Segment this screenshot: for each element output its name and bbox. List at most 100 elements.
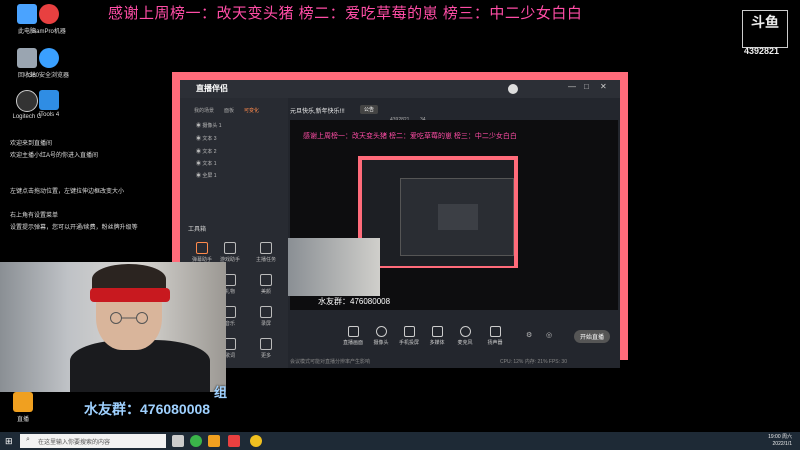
speaker-icon xyxy=(489,326,501,337)
title-bar[interactable] xyxy=(180,80,620,98)
source-label: 文本 3 xyxy=(202,136,217,142)
glasses xyxy=(110,312,148,324)
logo-text: 斗鱼 xyxy=(751,14,779,30)
clock-time: 19:00 周六 xyxy=(768,434,792,440)
source-label: 文本 2 xyxy=(202,149,217,155)
live-icon xyxy=(13,392,33,412)
tool-label: 美颜 xyxy=(260,289,271,295)
taskbar-clock: 19:00 周六 2022/1/1 xyxy=(760,434,792,448)
stream-title[interactable]: 元旦快乐,新年快乐!!! xyxy=(290,106,345,115)
settings-icon[interactable]: ⚙ xyxy=(526,331,532,339)
tool-game[interactable]: 游戏助手 xyxy=(218,242,242,263)
tool-label: 礼物 xyxy=(224,289,235,295)
tool-label: 主播任务 xyxy=(255,257,276,263)
scene-icon xyxy=(347,326,359,337)
record-icon xyxy=(260,306,272,318)
source-label: 全屏 1 xyxy=(202,173,217,179)
chat-line: 欢迎主播小红A号的你进入直播间 xyxy=(10,153,99,159)
tool-record[interactable]: 录屏 xyxy=(254,306,278,327)
tab-scenes[interactable]: 我的场景 xyxy=(194,107,214,114)
control-media[interactable]: 多媒体 xyxy=(426,326,448,346)
tool-task[interactable]: 主播任务 xyxy=(254,242,278,263)
desktop-icon-label: 360安全浏览器 xyxy=(28,73,69,79)
game-icon xyxy=(224,242,236,254)
tool-label: 音乐 xyxy=(224,321,235,327)
top-banner-text: 感谢上周榜一：改天变头猪 榜二：爱吃草莓的崽 榜三：中二少女白白 xyxy=(108,5,583,22)
source-label: 摄像头 1 xyxy=(202,123,222,129)
task-icon xyxy=(260,242,272,254)
itools-icon xyxy=(39,90,59,110)
control-label: 摄像头 xyxy=(373,340,389,346)
control-scene[interactable]: 直播画面 xyxy=(342,326,364,346)
camera-icon xyxy=(375,326,387,337)
tab-variable[interactable]: 可变化 xyxy=(244,107,259,114)
danmu-icon xyxy=(196,242,208,254)
source-label: 文本 1 xyxy=(202,161,217,167)
phone-icon xyxy=(403,326,415,337)
desktop-icon-live[interactable]: 直播 xyxy=(0,392,46,423)
tool-label: 录屏 xyxy=(260,321,271,327)
windows-start-icon[interactable]: ⊞ xyxy=(5,436,13,447)
tool-more[interactable]: 更多 xyxy=(254,338,278,359)
eye-toggle-icon[interactable]: ◎ xyxy=(546,331,552,339)
toolbox-title: 工具箱 xyxy=(188,227,207,233)
tool-taskbar-icon[interactable] xyxy=(250,435,262,447)
source-row[interactable]: ◉ 文本 1 xyxy=(196,160,217,167)
preview-banner: 感谢上周榜一：改天变头猪 榜二：爱吃草莓的崽 榜三：中二少女白白 xyxy=(303,133,517,140)
control-label: 扬声器 xyxy=(487,340,503,346)
browser-icon xyxy=(39,48,59,68)
control-label: 多媒体 xyxy=(429,340,445,346)
desktop-icon-label: SamPro机器 xyxy=(32,29,66,35)
control-mic[interactable]: 麦克风 xyxy=(454,326,476,346)
status-bar: CPU: 12% 内存: 21% FPS: 30 xyxy=(500,359,567,365)
chat-line: 设置提示弹幕，您可以开通/续费，粉丝牌升级等 xyxy=(10,225,138,231)
avatar[interactable] xyxy=(508,84,518,94)
app-icon xyxy=(39,4,59,24)
control-speaker[interactable]: 扬声器 xyxy=(484,326,506,346)
source-row[interactable]: ◉ 文本 3 xyxy=(196,135,217,142)
maximize-icon[interactable]: □ xyxy=(584,82,589,91)
control-camera[interactable]: 摄像头 xyxy=(370,326,392,346)
source-row[interactable]: ◉ 文本 2 xyxy=(196,148,217,155)
control-label: 麦克风 xyxy=(457,340,473,346)
chat-line: 欢迎来到直播间 xyxy=(10,141,53,147)
start-live-button[interactable]: 开始直播 xyxy=(574,330,611,343)
close-icon[interactable]: ✕ xyxy=(600,82,607,91)
app-taskbar-icon[interactable] xyxy=(228,435,240,447)
tab-panel[interactable]: 面板 xyxy=(224,107,234,114)
chat-line: 左键点击拖动位置，左键拉伸边框改变大小 xyxy=(10,189,125,195)
chat-line: 右上角有设置菜单 xyxy=(10,213,59,219)
control-phone[interactable]: 手机投屏 xyxy=(398,326,420,346)
media-icon xyxy=(431,326,443,337)
tool-label: 更多 xyxy=(260,353,271,359)
browser-taskbar-icon[interactable] xyxy=(190,435,202,447)
tool-beauty[interactable]: 美颜 xyxy=(254,274,278,295)
control-label: 手机投屏 xyxy=(398,340,419,346)
source-row[interactable]: ◉ 全屏 1 xyxy=(196,172,217,179)
beauty-icon xyxy=(260,274,272,286)
desktop-icon-sampro[interactable]: SamPro机器 xyxy=(26,4,72,35)
desktop-icon-label: 直播 xyxy=(16,417,29,423)
microphone-icon xyxy=(459,326,471,337)
headband xyxy=(90,288,170,302)
source-row[interactable]: ◉ 摄像头 1 xyxy=(196,122,222,129)
status-tip: 会议模式可能对直播分辨率产生影响 xyxy=(290,359,371,365)
group-number-text: 水友群：476080008 xyxy=(84,401,211,417)
task-view-icon[interactable] xyxy=(172,435,184,447)
desktop-icon-360-browser[interactable]: 360安全浏览器 xyxy=(26,48,72,79)
minimize-icon[interactable]: — xyxy=(568,82,576,91)
tool-label: 歌词 xyxy=(224,353,235,359)
live-companion-taskbar-icon[interactable] xyxy=(208,435,220,447)
search-icon: ⌕ xyxy=(26,436,30,443)
partial-overlay-text: 组 xyxy=(214,385,228,400)
search-placeholder: 在这里输入你要搜索的内容 xyxy=(38,440,111,446)
clock-date: 2022/1/1 xyxy=(772,441,792,447)
desktop-icon-label: iTools 4 xyxy=(38,112,60,118)
desktop-icon-itools[interactable]: iTools 4 xyxy=(26,90,72,118)
nested-preview xyxy=(438,204,478,230)
tool-danmu[interactable]: 弹幕助手 xyxy=(190,242,214,263)
notice-button[interactable]: 公告 xyxy=(360,105,379,114)
preview-group-text: 水友群：476080008 xyxy=(318,297,391,306)
more-icon xyxy=(260,338,272,350)
app-title: 直播伴侣 xyxy=(196,84,228,93)
